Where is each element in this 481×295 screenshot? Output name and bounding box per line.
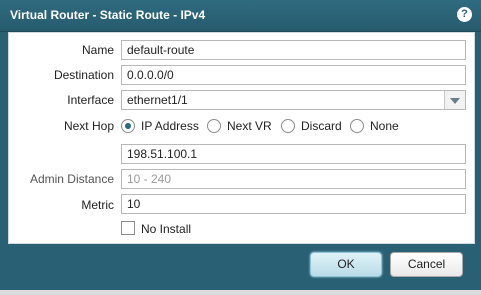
chevron-down-icon[interactable] (444, 91, 465, 109)
no-install-checkbox[interactable] (121, 221, 135, 235)
background-strip (0, 290, 481, 295)
cancel-button[interactable]: Cancel (390, 252, 463, 277)
admin-distance-label: Admin Distance (29, 172, 114, 186)
radio-ip-address-label[interactable]: IP Address (141, 119, 199, 133)
interface-select[interactable]: ethernet1/1 (121, 90, 466, 110)
metric-label: Metric (81, 198, 114, 212)
radio-discard[interactable] (281, 119, 295, 133)
interface-value: ethernet1/1 (127, 93, 188, 107)
name-label: Name (81, 43, 114, 57)
radio-ip-address[interactable] (121, 119, 135, 133)
admin-distance-input[interactable]: 10 - 240 (121, 169, 466, 189)
radio-discard-label[interactable]: Discard (301, 119, 342, 133)
no-install-label[interactable]: No Install (141, 222, 191, 236)
destination-input[interactable]: 0.0.0.0/0 (121, 65, 466, 85)
radio-next-vr-label[interactable]: Next VR (227, 119, 272, 133)
radio-none[interactable] (350, 119, 364, 133)
next-hop-ip-input[interactable]: 198.51.100.1 (121, 144, 466, 164)
destination-label: Destination (53, 68, 114, 82)
interface-label: Interface (67, 93, 114, 107)
radio-next-vr[interactable] (207, 119, 221, 133)
radio-none-label[interactable]: None (370, 119, 399, 133)
dialog-titlebar[interactable]: Virtual Router - Static Route - IPv4 ? (0, 0, 481, 32)
name-input[interactable]: default-route (121, 40, 466, 60)
dialog-title: Virtual Router - Static Route - IPv4 (10, 8, 206, 22)
static-route-dialog: Virtual Router - Static Route - IPv4 ? N… (0, 0, 481, 290)
ok-button[interactable]: OK (310, 252, 382, 277)
metric-input[interactable]: 10 (121, 194, 466, 214)
dialog-body: Name default-route Destination 0.0.0.0/0… (8, 32, 475, 244)
next-hop-label: Next Hop (63, 119, 114, 133)
help-icon[interactable]: ? (457, 7, 472, 22)
next-hop-radio-group: IP Address Next VR Discard None (121, 119, 466, 135)
